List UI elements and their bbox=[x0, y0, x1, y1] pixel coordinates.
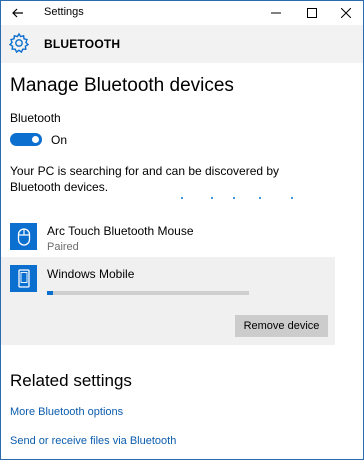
device-name: Arc Touch Bluetooth Mouse bbox=[47, 224, 194, 238]
close-icon bbox=[341, 8, 351, 18]
mouse-icon bbox=[10, 223, 37, 250]
discovery-status-text: Your PC is searching for and can be disc… bbox=[10, 164, 280, 194]
device-name: Windows Mobile bbox=[47, 267, 135, 281]
device-status: Paired bbox=[47, 241, 79, 253]
close-button[interactable] bbox=[329, 1, 363, 25]
back-arrow-icon bbox=[12, 8, 23, 18]
remove-device-button[interactable]: Remove device bbox=[235, 315, 328, 337]
searching-progress-indicator bbox=[181, 197, 301, 201]
title-bar: Settings bbox=[1, 1, 363, 25]
page-title: BLUETOOTH bbox=[44, 37, 121, 51]
section-heading: Manage Bluetooth devices bbox=[10, 75, 234, 96]
settings-window: Settings BLUETOOTH Manage Bluetooth devi… bbox=[0, 0, 364, 460]
maximize-icon bbox=[307, 8, 317, 18]
back-button[interactable] bbox=[1, 1, 35, 25]
phone-icon bbox=[10, 265, 37, 292]
toggle-knob bbox=[32, 136, 39, 143]
bluetooth-label: Bluetooth bbox=[10, 111, 61, 125]
bluetooth-toggle[interactable] bbox=[10, 133, 42, 146]
send-receive-files-link[interactable]: Send or receive files via Bluetooth bbox=[10, 435, 176, 447]
maximize-button[interactable] bbox=[295, 1, 329, 25]
pairing-progress-bar bbox=[47, 291, 249, 295]
more-bluetooth-options-link[interactable]: More Bluetooth options bbox=[10, 406, 123, 418]
page-header: BLUETOOTH bbox=[1, 25, 363, 63]
device-item-windows-mobile[interactable]: Windows Mobile Remove device bbox=[1, 257, 335, 345]
pairing-progress-fill bbox=[47, 291, 54, 295]
toggle-state-label: On bbox=[51, 133, 68, 147]
related-settings-heading: Related settings bbox=[10, 371, 132, 390]
minimize-icon bbox=[271, 12, 281, 14]
minimize-button[interactable] bbox=[259, 1, 293, 25]
window-title: Settings bbox=[44, 6, 84, 18]
gear-icon bbox=[8, 32, 30, 54]
device-item-mouse[interactable]: Arc Touch Bluetooth Mouse Paired bbox=[1, 215, 335, 255]
